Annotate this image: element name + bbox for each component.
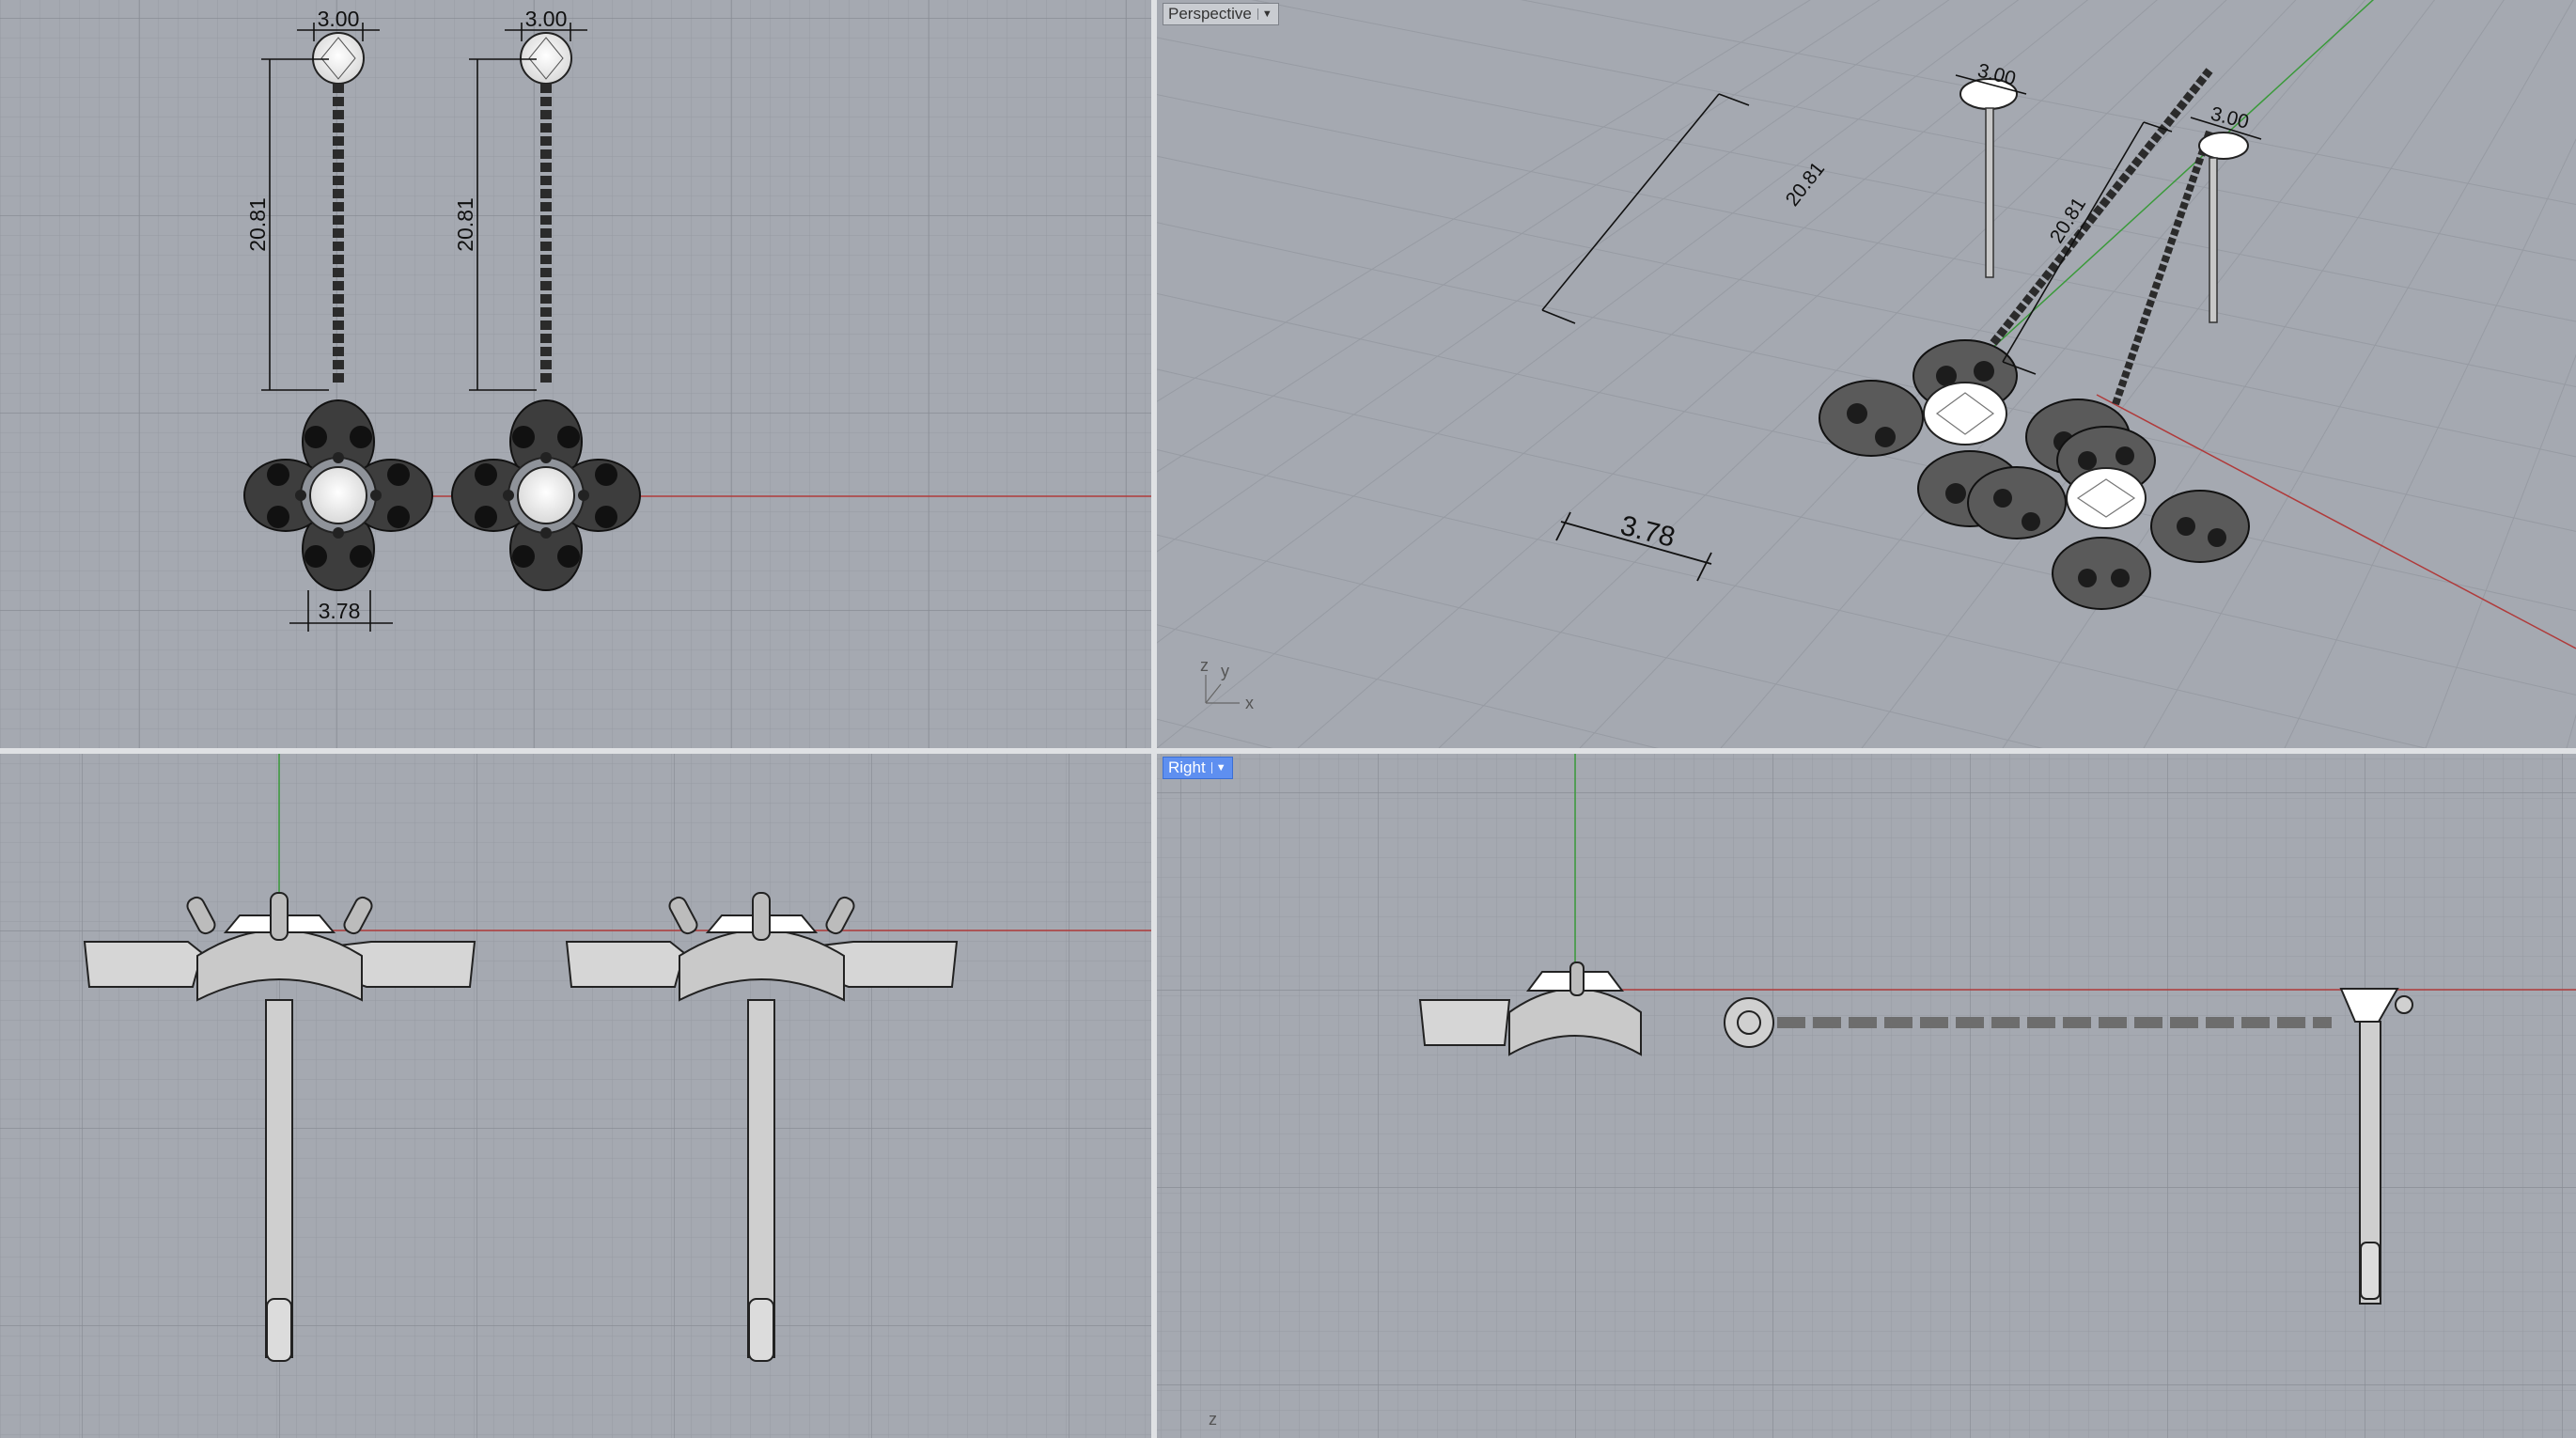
svg-text:20.81: 20.81 — [2046, 194, 2090, 247]
viewport-perspective[interactable]: 3.00 3.00 20.81 20.81 3.78 x z y Perspec… — [1157, 0, 2576, 748]
svg-text:y: y — [1221, 662, 1229, 680]
viewport-label-right[interactable]: Right ▼ — [1163, 757, 1233, 779]
svg-text:3.00: 3.00 — [2209, 103, 2251, 133]
axis-label-z: z — [1209, 1410, 1217, 1429]
dropdown-arrow-icon[interactable]: ▼ — [1210, 762, 1226, 774]
svg-text:3.78: 3.78 — [1617, 510, 1678, 554]
viewport-label-perspective[interactable]: Perspective ▼ — [1163, 3, 1279, 25]
viewport-label-text: Right — [1168, 758, 1206, 776]
perspective-view-canvas[interactable]: 3.00 3.00 20.81 20.81 3.78 x z y — [1157, 0, 2576, 748]
right-view-canvas[interactable]: z — [1157, 754, 2576, 1438]
top-view-canvas[interactable]: 3.00 3.00 20.81 20.81 3.78 — [0, 0, 1151, 748]
svg-text:3.00: 3.00 — [318, 7, 360, 31]
svg-text:3.00: 3.00 — [525, 7, 568, 31]
perspective-grid — [1157, 0, 2576, 748]
dropdown-arrow-icon[interactable]: ▼ — [1257, 8, 1272, 20]
svg-text:x: x — [1245, 694, 1254, 712]
svg-text:20.81: 20.81 — [453, 197, 477, 252]
axis-gizmo: x z y — [1200, 656, 1254, 712]
svg-text:20.81: 20.81 — [245, 197, 270, 252]
dimension-persp-drop-2[interactable]: 20.81 — [2002, 121, 2173, 375]
svg-text:3.78: 3.78 — [319, 599, 361, 623]
svg-text:20.81: 20.81 — [1782, 158, 1829, 211]
svg-text:z: z — [1200, 656, 1209, 675]
dimension-persp-drop-1[interactable]: 20.81 — [1541, 93, 1829, 324]
viewport-top[interactable]: 3.00 3.00 20.81 20.81 3.78 — [0, 0, 1151, 748]
viewport-right[interactable]: z Right ▼ — [1157, 754, 2576, 1438]
front-view-canvas[interactable] — [0, 754, 1151, 1438]
viewport-label-text: Perspective — [1168, 5, 1252, 23]
dimension-persp-flower[interactable]: 3.78 — [1555, 510, 1712, 582]
viewport-front[interactable] — [0, 754, 1151, 1438]
